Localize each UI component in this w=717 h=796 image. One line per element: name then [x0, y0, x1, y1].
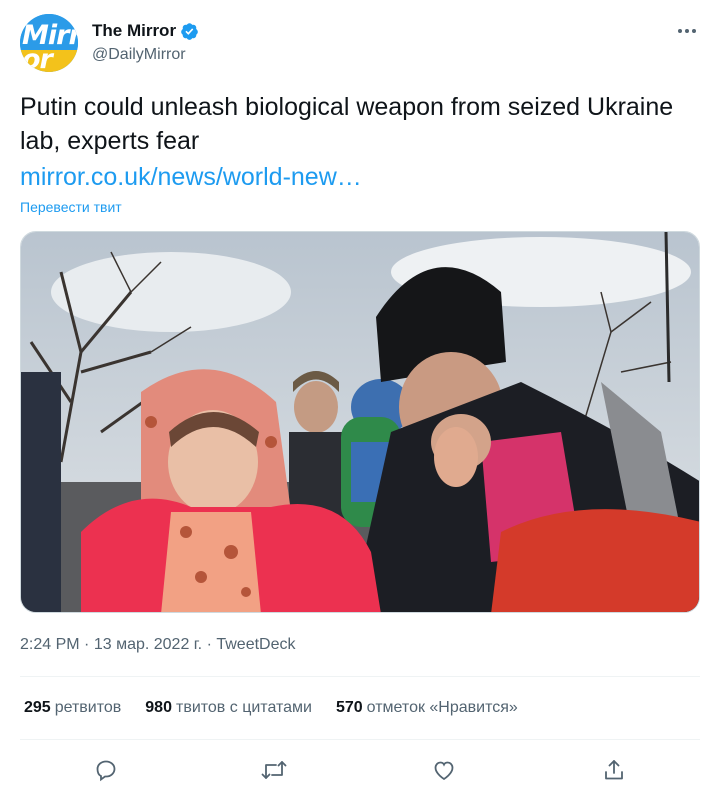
like-button[interactable]	[429, 755, 459, 785]
avatar[interactable]: Mirr or	[20, 14, 78, 72]
likes-stat[interactable]: 570 отметок «Нравится»	[336, 698, 518, 718]
meta-separator: ·	[84, 636, 90, 653]
retweets-label: ретвитов	[54, 699, 122, 716]
verified-badge-icon	[181, 22, 198, 40]
tweet-link[interactable]: mirror.co.uk/news/world-new…	[20, 160, 362, 194]
quotes-count: 980	[145, 699, 172, 716]
reply-icon	[96, 760, 116, 782]
more-icon[interactable]	[674, 20, 700, 42]
tweet-time[interactable]: 2:24 PM	[20, 636, 80, 653]
author-handle[interactable]: @DailyMirror	[92, 45, 186, 65]
like-icon	[434, 761, 454, 781]
reply-button[interactable]	[91, 755, 121, 785]
avatar-logo-text-bottom: or	[22, 44, 53, 72]
likes-count: 570	[335, 699, 363, 716]
photo-illustration	[21, 232, 699, 612]
tweet-photo[interactable]	[20, 231, 700, 613]
tweet-source[interactable]: TweetDeck	[216, 636, 295, 653]
retweets-count: 295	[24, 699, 51, 716]
tweet-date[interactable]: 13 мар. 2022 г.	[94, 636, 202, 653]
tweet-text: Putin could unleash biological weapon fr…	[20, 93, 674, 155]
tweet-meta: 2:24 PM · 13 мар. 2022 г. · TweetDeck	[20, 635, 296, 655]
share-button[interactable]	[599, 755, 629, 785]
quotes-stat[interactable]: 980 твитов с цитатами	[145, 698, 312, 718]
divider	[20, 676, 700, 677]
retweet-button[interactable]	[259, 755, 289, 785]
likes-label: отметок «Нравится»	[366, 699, 518, 716]
translate-tweet-link[interactable]: Перевести твит	[20, 198, 122, 216]
author-display-name[interactable]: The Mirror	[92, 20, 176, 42]
divider	[20, 739, 700, 740]
quotes-label: твитов с цитатами	[175, 699, 312, 716]
retweets-stat[interactable]: 295 ретвитов	[24, 698, 121, 718]
share-icon	[605, 760, 623, 780]
tweet-stats: 295 ретвитов 980 твитов с цитатами 570 отме…	[24, 698, 542, 718]
tweet-detail: Mirr or The Mirror @DailyMirror Putin co…	[0, 0, 717, 796]
retweet-icon	[261, 761, 287, 779]
author-name-row[interactable]: The Mirror	[92, 20, 199, 42]
meta-separator: ·	[206, 636, 212, 653]
